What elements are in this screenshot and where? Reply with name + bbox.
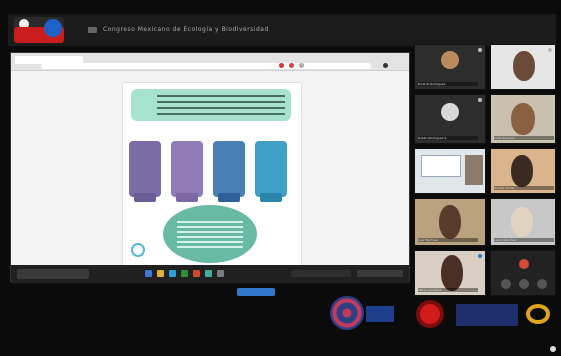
card-tag <box>260 193 282 202</box>
extension-icon[interactable] <box>279 63 284 68</box>
sponsor-logo <box>456 304 518 326</box>
sponsor-logo <box>526 304 550 324</box>
avatar <box>441 103 459 121</box>
windows-taskbar <box>11 265 409 283</box>
mic-button[interactable] <box>501 279 511 289</box>
avatar <box>511 103 535 135</box>
meeting-header: Congreso Mexicano de Ecología y Biodiver… <box>8 14 556 46</box>
avatar <box>511 155 533 187</box>
ellipse-text <box>177 221 243 249</box>
poster-header <box>131 89 291 121</box>
participant-name: Andrés Torres <box>494 186 554 190</box>
card-tag <box>134 193 156 202</box>
participant-name: Rubén Rodríguez S. <box>418 136 478 140</box>
more-options-button[interactable] <box>537 279 547 289</box>
taskbar-search[interactable] <box>17 269 89 279</box>
facebook-icon <box>44 19 62 37</box>
participant-name: José Martínez <box>418 238 478 242</box>
poster-document <box>123 83 301 296</box>
mic-muted-icon <box>478 98 482 102</box>
taskbar-app-icon[interactable] <box>169 270 176 277</box>
meeting-window: Congreso Mexicano de Ecología y Biodiver… <box>0 0 561 356</box>
sponsor-logo <box>366 306 394 322</box>
participant-tile[interactable]: Andrés Torres <box>490 148 556 194</box>
poster-card <box>129 141 161 197</box>
taskbar-app-icon[interactable] <box>145 270 152 277</box>
avatar <box>441 51 459 69</box>
card-tag <box>176 193 198 202</box>
leave-call-button[interactable] <box>519 259 529 269</box>
poster-logo <box>131 243 145 257</box>
taskbar-app-icon[interactable] <box>193 270 200 277</box>
settings-icon[interactable] <box>550 346 556 352</box>
participant-name: Sofía Ramírez <box>494 136 554 140</box>
taskbar-clock <box>357 270 403 277</box>
mic-muted-icon <box>548 48 552 52</box>
poster-button <box>237 288 275 296</box>
speaking-icon <box>478 254 482 258</box>
poster-title-text <box>157 95 285 115</box>
participant-name: Laura Sánchez <box>494 238 554 242</box>
system-tray[interactable] <box>291 270 351 277</box>
taskbar-app-icon[interactable] <box>205 270 212 277</box>
participant-tile[interactable]: Rubén Rodríguez S. <box>414 94 486 144</box>
camera-button[interactable] <box>519 279 529 289</box>
mic-muted-icon <box>478 48 482 52</box>
participant-tile[interactable]: Sofía Ramírez <box>490 94 556 144</box>
sponsor-logo <box>330 296 364 330</box>
taskbar-app-icon[interactable] <box>157 270 164 277</box>
screen-share-icon <box>88 27 97 33</box>
participant-tile[interactable]: José Martínez <box>414 198 486 246</box>
extension-icon[interactable] <box>299 63 304 68</box>
participant-name: Ricardo Rodríguez <box>418 82 478 86</box>
meeting-controls-tile <box>490 250 556 296</box>
taskbar-app-icon[interactable] <box>217 270 224 277</box>
profile-icon[interactable] <box>383 63 388 68</box>
avatar <box>465 155 483 185</box>
participant-tile[interactable]: Ricardo Rodríguez <box>414 44 486 90</box>
participant-tile[interactable] <box>490 44 556 90</box>
participant-tile[interactable] <box>414 148 486 194</box>
avatar <box>441 255 463 291</box>
host-logo <box>14 17 64 43</box>
taskbar-app-icon[interactable] <box>181 270 188 277</box>
avatar <box>513 51 535 81</box>
avatar <box>511 207 533 237</box>
avatar <box>439 205 461 239</box>
participant-tile[interactable]: Laura Sánchez <box>490 198 556 246</box>
sponsor-logos <box>320 292 556 346</box>
card-tag <box>218 193 240 202</box>
sponsor-logo <box>416 300 444 328</box>
participant-tile-active-speaker[interactable]: María González <box>414 250 486 296</box>
address-bar[interactable] <box>41 63 371 69</box>
meeting-title: Congreso Mexicano de Ecología y Biodiver… <box>103 26 269 33</box>
shared-slide-thumbnail <box>421 155 461 177</box>
browser-toolbar <box>11 53 409 71</box>
poster-card <box>213 141 245 197</box>
poster-card <box>171 141 203 197</box>
shared-screen <box>10 52 410 296</box>
extension-icon[interactable] <box>289 63 294 68</box>
poster-card <box>255 141 287 197</box>
